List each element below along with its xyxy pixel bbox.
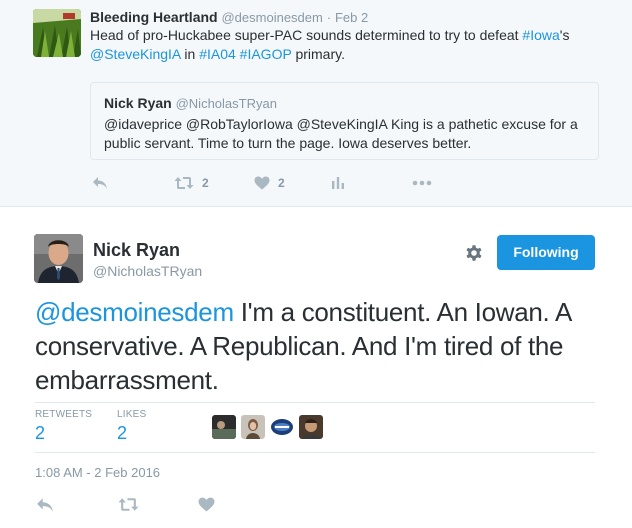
likes-label: LIKES — [117, 409, 147, 420]
parent-tweet-header: Bleeding Heartland @desmoinesdem · Feb 2 — [90, 8, 368, 27]
hashtag-link[interactable]: #Iowa — [522, 27, 559, 43]
quoted-tweet[interactable]: Nick Ryan @NicholasTRyan @idaveprice @Ro… — [90, 82, 599, 160]
liker-avatar[interactable] — [212, 415, 236, 439]
retweet-icon — [118, 498, 139, 511]
tweet-date[interactable]: Feb 2 — [335, 10, 368, 25]
retweet-button[interactable]: 2 — [174, 172, 209, 194]
reply-button[interactable] — [92, 172, 108, 194]
text-segment: 's — [559, 27, 570, 43]
analytics-icon — [332, 177, 344, 189]
more-button[interactable] — [412, 172, 432, 194]
author-handle[interactable]: @desmoinesdem — [221, 10, 322, 25]
liker-avatar[interactable] — [241, 415, 265, 439]
gear-icon — [466, 245, 482, 261]
divider — [35, 452, 595, 453]
separator: · — [326, 10, 332, 25]
retweets-label: RETWEETS — [35, 409, 93, 420]
retweets-count: 2 — [35, 423, 46, 443]
retweets-stat[interactable]: RETWEETS 2 — [35, 409, 92, 444]
quoted-author-name: Nick Ryan — [104, 95, 172, 111]
parent-tweet-actions: 2 2 — [90, 172, 490, 194]
quoted-tweet-text: @idaveprice @RobTaylorIowa @SteveKingIA … — [104, 116, 578, 151]
retweet-count: 2 — [202, 176, 209, 190]
like-button[interactable]: 2 — [254, 172, 285, 194]
retweet-button[interactable] — [118, 497, 139, 517]
settings-button[interactable] — [464, 243, 484, 263]
author-name[interactable]: Nick Ryan — [93, 240, 180, 261]
parent-tweet[interactable]: Bleeding Heartland @desmoinesdem · Feb 2… — [0, 0, 632, 207]
heart-icon — [198, 497, 215, 512]
avatar[interactable] — [33, 9, 81, 57]
quoted-tweet-header: Nick Ryan @NicholasTRyan — [104, 94, 277, 113]
main-tweet-actions — [35, 497, 335, 517]
likers-avatars — [212, 415, 328, 439]
author-name[interactable]: Bleeding Heartland — [90, 9, 218, 25]
main-tweet-text: @desmoinesdem I'm a constituent. An Iowa… — [35, 295, 610, 397]
following-button[interactable]: Following — [497, 235, 595, 270]
avatar[interactable] — [34, 234, 83, 283]
hashtag-link[interactable]: #IA04 — [199, 46, 236, 62]
like-button[interactable] — [198, 497, 215, 517]
mention-link[interactable]: @desmoinesdem — [35, 297, 234, 327]
retweet-icon — [174, 177, 194, 189]
parent-tweet-text: Head of pro-Huckabee super-PAC sounds de… — [90, 26, 610, 64]
divider — [35, 402, 595, 403]
likes-stat[interactable]: LIKES 2 — [117, 409, 146, 444]
reply-icon — [93, 177, 107, 189]
liker-avatar[interactable] — [270, 415, 294, 439]
text-segment: primary. — [291, 46, 345, 62]
reply-icon — [37, 498, 53, 512]
more-icon — [412, 180, 432, 186]
quoted-author-handle: @NicholasTRyan — [175, 96, 277, 111]
text-segment: Head of pro-Huckabee super-PAC sounds de… — [90, 27, 523, 43]
text-segment: in — [180, 46, 200, 62]
likes-count: 2 — [117, 423, 128, 443]
reply-button[interactable] — [36, 497, 54, 518]
author-handle[interactable]: @NicholasTRyan — [93, 263, 202, 279]
mention-link[interactable]: @SteveKingIA — [90, 46, 181, 62]
hashtag-link[interactable]: #IAGOP — [240, 46, 292, 62]
analytics-button[interactable] — [331, 172, 345, 194]
like-count: 2 — [278, 176, 285, 190]
liker-avatar[interactable] — [299, 415, 323, 439]
heart-icon — [254, 176, 270, 190]
tweet-timestamp: 1:08 AM - 2 Feb 2016 — [35, 465, 161, 480]
